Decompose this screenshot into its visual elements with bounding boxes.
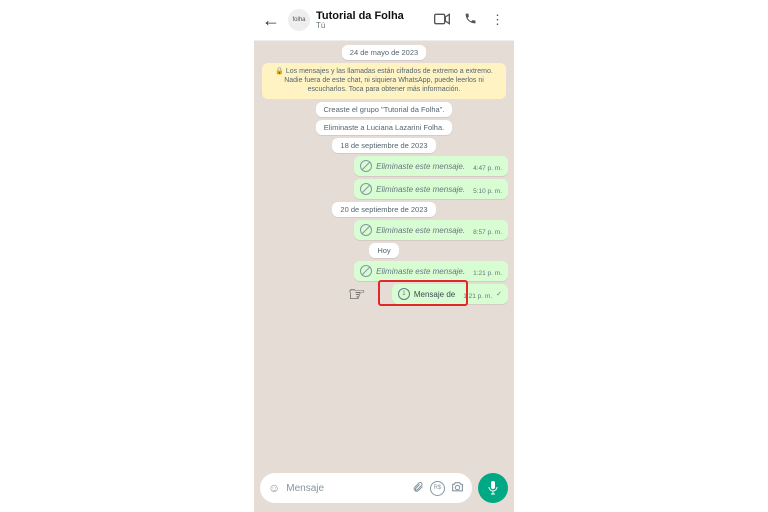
voice-call-icon[interactable]	[460, 12, 481, 28]
deleted-icon	[360, 224, 372, 236]
deleted-message-text: Eliminaste este mensaje.	[376, 185, 465, 194]
message-row: Eliminaste este mensaje. 4:47 p. m.	[260, 156, 508, 176]
message-row: Eliminaste este mensaje. 8:57 p. m.	[260, 220, 508, 240]
more-options-icon[interactable]: ⋮	[487, 12, 508, 28]
deleted-message-text: Eliminaste este mensaje.	[376, 162, 465, 171]
chat-subtitle: Tú	[316, 22, 424, 31]
date-chip: 18 de septiembre de 2023	[332, 138, 435, 153]
emoji-icon[interactable]: ☺	[268, 481, 280, 495]
sent-tick-icon: ✓	[496, 290, 502, 298]
encryption-notice[interactable]: 🔒 Los mensajes y las llamadas están cifr…	[262, 63, 506, 99]
date-chip: 20 de septiembre de 2023	[332, 202, 435, 217]
payment-icon[interactable]: R$	[430, 481, 445, 496]
message-row: Eliminaste este mensaje. 5:10 p. m.	[260, 179, 508, 199]
back-icon[interactable]: ←	[260, 8, 282, 33]
deleted-icon	[360, 160, 372, 172]
chat-header: ← folha Tutorial da Folha Tú ⋮	[254, 0, 514, 41]
deleted-icon	[360, 265, 372, 277]
video-call-icon[interactable]	[430, 13, 454, 28]
deleted-message-bubble[interactable]: Eliminaste este mensaje. 4:47 p. m.	[354, 156, 508, 176]
message-row: Eliminaste este mensaje. 1:21 p. m.	[260, 261, 508, 281]
play-once-icon: 1	[398, 288, 410, 300]
header-title-area[interactable]: Tutorial da Folha Tú	[316, 10, 424, 31]
deleted-icon	[360, 183, 372, 195]
deleted-message-text: Eliminaste este mensaje.	[376, 267, 465, 276]
message-time: 4:47 p. m.	[473, 165, 502, 172]
annotation-pointing-hand-icon: ☞	[348, 282, 366, 307]
camera-icon[interactable]	[451, 481, 464, 495]
message-row: 1 Mensaje de 1:21 p. m. ✓ ☞	[260, 284, 508, 304]
date-chip-today: Hoy	[369, 243, 398, 258]
deleted-message-bubble[interactable]: Eliminaste este mensaje. 5:10 p. m.	[354, 179, 508, 199]
message-input[interactable]: Mensaje	[286, 483, 406, 494]
chat-title: Tutorial da Folha	[316, 10, 424, 22]
input-bar: ☺ Mensaje R$	[254, 464, 514, 512]
system-message-created: Creaste el grupo "Tutorial da Folha".	[316, 102, 453, 117]
message-time: 1:21 p. m.	[463, 293, 492, 300]
message-time: 8:57 p. m.	[473, 229, 502, 236]
chat-body: 24 de mayo de 2023 🔒 Los mensajes y las …	[254, 41, 514, 464]
deleted-message-text: Eliminaste este mensaje.	[376, 226, 465, 235]
message-time: 5:10 p. m.	[473, 188, 502, 195]
whatsapp-chat-screen: ← folha Tutorial da Folha Tú ⋮ 24 de may…	[254, 0, 514, 512]
deleted-message-bubble[interactable]: Eliminaste este mensaje. 1:21 p. m.	[354, 261, 508, 281]
date-chip: 24 de mayo de 2023	[342, 45, 426, 60]
group-avatar[interactable]: folha	[288, 9, 310, 31]
message-input-container[interactable]: ☺ Mensaje R$	[260, 473, 472, 503]
voice-message-bubble[interactable]: 1 Mensaje de 1:21 p. m. ✓	[392, 284, 508, 304]
message-time: 1:21 p. m.	[473, 270, 502, 277]
system-message-removed: Eliminaste a Luciana Lazarini Folha.	[316, 120, 452, 135]
voice-message-label: Mensaje de	[414, 290, 455, 299]
mic-button[interactable]	[478, 473, 508, 503]
attach-icon[interactable]	[412, 480, 424, 497]
deleted-message-bubble[interactable]: Eliminaste este mensaje. 8:57 p. m.	[354, 220, 508, 240]
